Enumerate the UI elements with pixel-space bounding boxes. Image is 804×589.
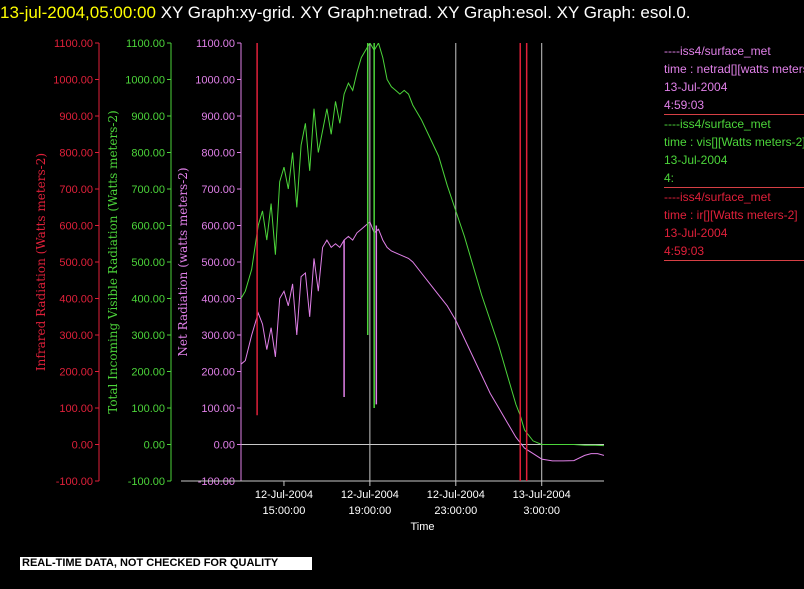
x-axis-label: Time (410, 521, 434, 533)
legend-text: 4: (664, 171, 675, 185)
y-tick-label: -100.00 (128, 476, 165, 488)
y-tick-label: 1100.00 (126, 38, 165, 50)
legend-text: 13-Jul-2004 (664, 226, 728, 240)
x-tick-label: 19:00:00 (348, 505, 391, 517)
y-tick-label: 300.00 (59, 330, 93, 342)
y-tick-label: 1000.00 (125, 75, 165, 87)
y-tick-label: 0.00 (214, 440, 235, 452)
y-tick-label: 100.00 (131, 403, 165, 415)
legend-text: 13-Jul-2004 (664, 153, 728, 167)
y-tick-label: 100.00 (201, 403, 235, 415)
x-tick-label: 12-Jul-2004 (341, 489, 399, 501)
y-tick-label: 300.00 (201, 330, 235, 342)
series-line-1 (241, 221, 604, 462)
y-tick-label: 300.00 (131, 330, 165, 342)
y-tick-label: 800.00 (59, 148, 93, 160)
y-tick-label: 1100.00 (54, 38, 93, 50)
legend: ----iss4/surface_mettime : netrad[][watt… (664, 42, 804, 261)
y-tick-label: 500.00 (59, 257, 93, 269)
y-tick-label: 600.00 (59, 221, 93, 233)
legend-entry: ----iss4/surface_mettime : vis[][Watts m… (664, 115, 804, 188)
y-axis-label-0: Infrared Radiation (Watts meters-2) (34, 153, 48, 371)
legend-text: time : vis[][Watts meters-2] (664, 135, 804, 149)
y-tick-label: 1000.00 (195, 75, 235, 87)
legend-text: ----iss4/surface_met (664, 44, 771, 58)
legend-text: ----iss4/surface_met (664, 117, 771, 131)
y-tick-label: 700.00 (201, 184, 235, 196)
y-tick-label: 900.00 (201, 111, 235, 123)
y-tick-label: 500.00 (201, 257, 235, 269)
y-tick-label: 500.00 (131, 257, 165, 269)
y-tick-label: 800.00 (131, 148, 165, 160)
disclaimer-label: REAL-TIME DATA, NOT CHECKED FOR QUALITY (20, 557, 312, 570)
legend-entry: ----iss4/surface_mettime : ir[][Watts me… (664, 188, 804, 261)
y-tick-label: 900.00 (59, 111, 93, 123)
y-tick-label: 600.00 (201, 221, 235, 233)
legend-text: 4:59:03 (664, 244, 705, 258)
y-axis-label-1: Total Incoming Visible Radiation (Watts … (106, 110, 120, 414)
y-tick-label: 1000.00 (53, 75, 93, 87)
y-tick-label: 400.00 (201, 294, 235, 306)
legend-text: time : ir[][Watts meters-2] (664, 208, 798, 222)
header-timestamp: 13-jul-2004,05:00:00 (0, 3, 156, 22)
y-tick-label: 600.00 (131, 221, 165, 233)
x-tick-label: 23:00:00 (434, 505, 477, 517)
y-axis-label-2: Net Radiation (watts meters-2) (176, 167, 190, 356)
x-tick-label: 12-Jul-2004 (255, 489, 313, 501)
legend-text: 4:59:03 (664, 98, 705, 112)
y-tick-label: 200.00 (59, 367, 93, 379)
y-tick-label: 200.00 (201, 367, 235, 379)
y-tick-label: 700.00 (131, 184, 165, 196)
y-tick-label: 200.00 (131, 367, 165, 379)
y-tick-label: -100.00 (198, 476, 235, 488)
y-tick-label: 400.00 (131, 294, 165, 306)
y-tick-label: -100.00 (56, 476, 93, 488)
y-tick-label: 0.00 (72, 440, 93, 452)
legend-text: 13-Jul-2004 (664, 80, 728, 94)
series-line-0 (241, 43, 604, 447)
y-tick-label: 100.00 (59, 403, 93, 415)
legend-entry: ----iss4/surface_mettime : netrad[][watt… (664, 42, 804, 115)
legend-text: time : netrad[][watts meters-2] (664, 62, 804, 76)
x-tick-label: 12-Jul-2004 (427, 489, 485, 501)
page-header: 13-jul-2004,05:00:00 XY Graph:xy-grid. X… (0, 2, 800, 24)
y-tick-label: 900.00 (131, 111, 165, 123)
y-tick-label: 0.00 (144, 440, 165, 452)
y-tick-label: 700.00 (59, 184, 93, 196)
x-tick-label: 15:00:00 (263, 505, 306, 517)
y-tick-label: 400.00 (59, 294, 93, 306)
x-tick-label: 13-Jul-2004 (513, 489, 571, 501)
legend-text: ----iss4/surface_met (664, 190, 771, 204)
x-tick-label: 3:00:00 (523, 505, 560, 517)
y-tick-label: 800.00 (201, 148, 235, 160)
header-titles: XY Graph:xy-grid. XY Graph:netrad. XY Gr… (160, 3, 691, 22)
y-tick-label: 1100.00 (196, 38, 235, 50)
